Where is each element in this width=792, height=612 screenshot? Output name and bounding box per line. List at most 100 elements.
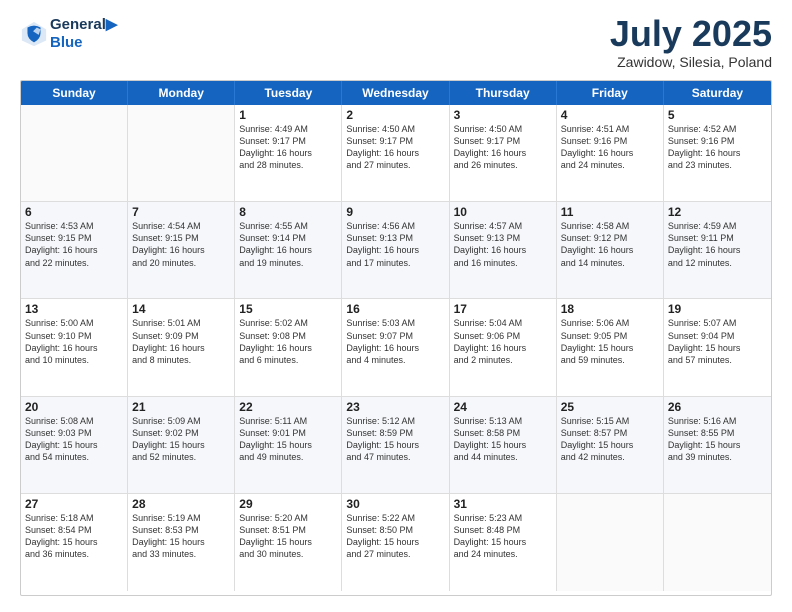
calendar-day-29: 29Sunrise: 5:20 AM Sunset: 8:51 PM Dayli… [235,494,342,591]
calendar-day-21: 21Sunrise: 5:09 AM Sunset: 9:02 PM Dayli… [128,397,235,493]
calendar-day-22: 22Sunrise: 5:11 AM Sunset: 9:01 PM Dayli… [235,397,342,493]
calendar-day-8: 8Sunrise: 4:55 AM Sunset: 9:14 PM Daylig… [235,202,342,298]
calendar-day-26: 26Sunrise: 5:16 AM Sunset: 8:55 PM Dayli… [664,397,771,493]
day-info: Sunrise: 4:52 AM Sunset: 9:16 PM Dayligh… [668,123,767,172]
calendar-empty-cell [21,105,128,201]
logo-text: General▶ Blue [50,16,117,52]
calendar-day-28: 28Sunrise: 5:19 AM Sunset: 8:53 PM Dayli… [128,494,235,591]
calendar-day-14: 14Sunrise: 5:01 AM Sunset: 9:09 PM Dayli… [128,299,235,395]
day-info: Sunrise: 5:13 AM Sunset: 8:58 PM Dayligh… [454,415,552,464]
calendar-day-3: 3Sunrise: 4:50 AM Sunset: 9:17 PM Daylig… [450,105,557,201]
calendar-day-7: 7Sunrise: 4:54 AM Sunset: 9:15 PM Daylig… [128,202,235,298]
day-number: 27 [25,497,123,511]
calendar-week-5: 27Sunrise: 5:18 AM Sunset: 8:54 PM Dayli… [21,494,771,591]
day-number: 22 [239,400,337,414]
location-subtitle: Zawidow, Silesia, Poland [610,54,772,70]
day-info: Sunrise: 5:12 AM Sunset: 8:59 PM Dayligh… [346,415,444,464]
day-number: 28 [132,497,230,511]
calendar-day-23: 23Sunrise: 5:12 AM Sunset: 8:59 PM Dayli… [342,397,449,493]
day-number: 21 [132,400,230,414]
calendar-day-6: 6Sunrise: 4:53 AM Sunset: 9:15 PM Daylig… [21,202,128,298]
day-info: Sunrise: 4:50 AM Sunset: 9:17 PM Dayligh… [454,123,552,172]
calendar-empty-cell [128,105,235,201]
day-info: Sunrise: 5:06 AM Sunset: 9:05 PM Dayligh… [561,317,659,366]
day-info: Sunrise: 5:11 AM Sunset: 9:01 PM Dayligh… [239,415,337,464]
day-number: 12 [668,205,767,219]
day-number: 6 [25,205,123,219]
day-number: 8 [239,205,337,219]
calendar-day-12: 12Sunrise: 4:59 AM Sunset: 9:11 PM Dayli… [664,202,771,298]
calendar-week-1: 1Sunrise: 4:49 AM Sunset: 9:17 PM Daylig… [21,105,771,202]
calendar-day-13: 13Sunrise: 5:00 AM Sunset: 9:10 PM Dayli… [21,299,128,395]
day-info: Sunrise: 5:15 AM Sunset: 8:57 PM Dayligh… [561,415,659,464]
calendar-day-31: 31Sunrise: 5:23 AM Sunset: 8:48 PM Dayli… [450,494,557,591]
calendar-day-2: 2Sunrise: 4:50 AM Sunset: 9:17 PM Daylig… [342,105,449,201]
day-number: 1 [239,108,337,122]
day-number: 24 [454,400,552,414]
calendar-day-17: 17Sunrise: 5:04 AM Sunset: 9:06 PM Dayli… [450,299,557,395]
calendar-week-3: 13Sunrise: 5:00 AM Sunset: 9:10 PM Dayli… [21,299,771,396]
day-number: 26 [668,400,767,414]
day-info: Sunrise: 4:55 AM Sunset: 9:14 PM Dayligh… [239,220,337,269]
calendar-day-4: 4Sunrise: 4:51 AM Sunset: 9:16 PM Daylig… [557,105,664,201]
day-info: Sunrise: 4:54 AM Sunset: 9:15 PM Dayligh… [132,220,230,269]
day-info: Sunrise: 5:20 AM Sunset: 8:51 PM Dayligh… [239,512,337,561]
day-number: 11 [561,205,659,219]
day-number: 29 [239,497,337,511]
day-number: 16 [346,302,444,316]
calendar-day-16: 16Sunrise: 5:03 AM Sunset: 9:07 PM Dayli… [342,299,449,395]
day-number: 10 [454,205,552,219]
day-info: Sunrise: 5:09 AM Sunset: 9:02 PM Dayligh… [132,415,230,464]
logo: General▶ Blue [20,16,117,52]
day-info: Sunrise: 5:19 AM Sunset: 8:53 PM Dayligh… [132,512,230,561]
header-day-wednesday: Wednesday [342,81,449,105]
calendar-day-25: 25Sunrise: 5:15 AM Sunset: 8:57 PM Dayli… [557,397,664,493]
day-number: 7 [132,205,230,219]
day-info: Sunrise: 5:00 AM Sunset: 9:10 PM Dayligh… [25,317,123,366]
day-number: 23 [346,400,444,414]
calendar-empty-cell [557,494,664,591]
calendar-header: SundayMondayTuesdayWednesdayThursdayFrid… [21,81,771,105]
day-number: 31 [454,497,552,511]
logo-icon [20,20,48,48]
day-info: Sunrise: 5:02 AM Sunset: 9:08 PM Dayligh… [239,317,337,366]
calendar-day-5: 5Sunrise: 4:52 AM Sunset: 9:16 PM Daylig… [664,105,771,201]
day-number: 17 [454,302,552,316]
day-info: Sunrise: 4:49 AM Sunset: 9:17 PM Dayligh… [239,123,337,172]
day-number: 13 [25,302,123,316]
calendar-day-27: 27Sunrise: 5:18 AM Sunset: 8:54 PM Dayli… [21,494,128,591]
calendar-day-20: 20Sunrise: 5:08 AM Sunset: 9:03 PM Dayli… [21,397,128,493]
header-day-monday: Monday [128,81,235,105]
day-number: 19 [668,302,767,316]
page: General▶ Blue July 2025 Zawidow, Silesia… [0,0,792,612]
day-info: Sunrise: 4:53 AM Sunset: 9:15 PM Dayligh… [25,220,123,269]
day-info: Sunrise: 5:07 AM Sunset: 9:04 PM Dayligh… [668,317,767,366]
day-info: Sunrise: 4:58 AM Sunset: 9:12 PM Dayligh… [561,220,659,269]
calendar-day-24: 24Sunrise: 5:13 AM Sunset: 8:58 PM Dayli… [450,397,557,493]
day-info: Sunrise: 5:08 AM Sunset: 9:03 PM Dayligh… [25,415,123,464]
calendar-body: 1Sunrise: 4:49 AM Sunset: 9:17 PM Daylig… [21,105,771,591]
day-number: 20 [25,400,123,414]
day-info: Sunrise: 5:04 AM Sunset: 9:06 PM Dayligh… [454,317,552,366]
calendar-day-18: 18Sunrise: 5:06 AM Sunset: 9:05 PM Dayli… [557,299,664,395]
day-info: Sunrise: 4:57 AM Sunset: 9:13 PM Dayligh… [454,220,552,269]
calendar-day-19: 19Sunrise: 5:07 AM Sunset: 9:04 PM Dayli… [664,299,771,395]
day-info: Sunrise: 4:59 AM Sunset: 9:11 PM Dayligh… [668,220,767,269]
day-info: Sunrise: 5:01 AM Sunset: 9:09 PM Dayligh… [132,317,230,366]
day-info: Sunrise: 5:16 AM Sunset: 8:55 PM Dayligh… [668,415,767,464]
month-title: July 2025 [610,16,772,52]
day-info: Sunrise: 4:51 AM Sunset: 9:16 PM Dayligh… [561,123,659,172]
day-number: 15 [239,302,337,316]
calendar: SundayMondayTuesdayWednesdayThursdayFrid… [20,80,772,596]
day-number: 14 [132,302,230,316]
day-number: 3 [454,108,552,122]
header-day-saturday: Saturday [664,81,771,105]
day-number: 25 [561,400,659,414]
calendar-day-9: 9Sunrise: 4:56 AM Sunset: 9:13 PM Daylig… [342,202,449,298]
header-day-friday: Friday [557,81,664,105]
day-info: Sunrise: 4:50 AM Sunset: 9:17 PM Dayligh… [346,123,444,172]
calendar-day-10: 10Sunrise: 4:57 AM Sunset: 9:13 PM Dayli… [450,202,557,298]
calendar-week-4: 20Sunrise: 5:08 AM Sunset: 9:03 PM Dayli… [21,397,771,494]
calendar-day-30: 30Sunrise: 5:22 AM Sunset: 8:50 PM Dayli… [342,494,449,591]
title-block: July 2025 Zawidow, Silesia, Poland [610,16,772,70]
